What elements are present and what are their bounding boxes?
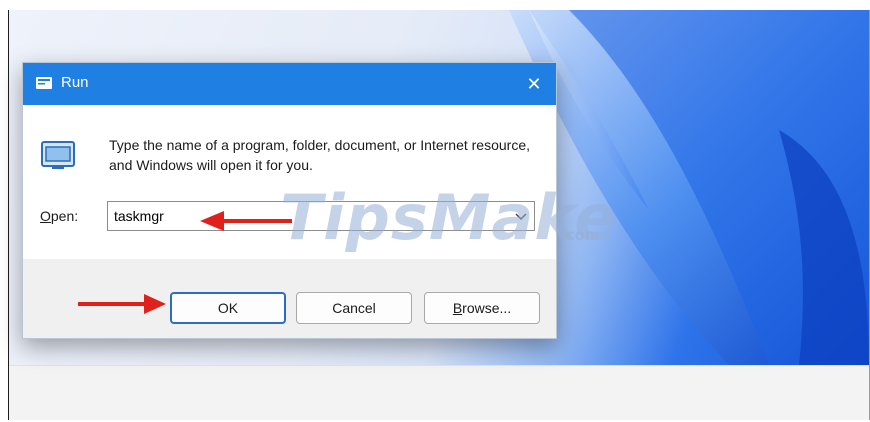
open-label: Open: — [40, 208, 78, 224]
dialog-titlebar[interactable]: Run ✕ — [23, 63, 556, 105]
close-button[interactable]: ✕ — [522, 72, 546, 96]
open-input-value: taskmgr — [114, 208, 164, 224]
watermark-suffix: .com — [560, 226, 601, 244]
dialog-description: Type the name of a program, folder, docu… — [109, 137, 531, 173]
desktop-bottom-area — [9, 365, 869, 420]
dialog-title: Run — [61, 74, 89, 91]
close-icon: ✕ — [526, 74, 542, 94]
browse-accelerator: B — [452, 300, 463, 316]
ok-button[interactable]: OK — [170, 292, 286, 324]
run-icon — [36, 77, 52, 89]
browse-label: rowse... — [462, 300, 512, 316]
run-window-icon — [41, 141, 75, 169]
open-label-accelerator: O — [40, 208, 51, 224]
open-label-text: pen: — [50, 208, 79, 224]
cancel-button[interactable]: Cancel — [296, 292, 412, 324]
red-arrow-icon — [78, 294, 166, 314]
browse-button[interactable]: Browse... — [424, 292, 540, 324]
